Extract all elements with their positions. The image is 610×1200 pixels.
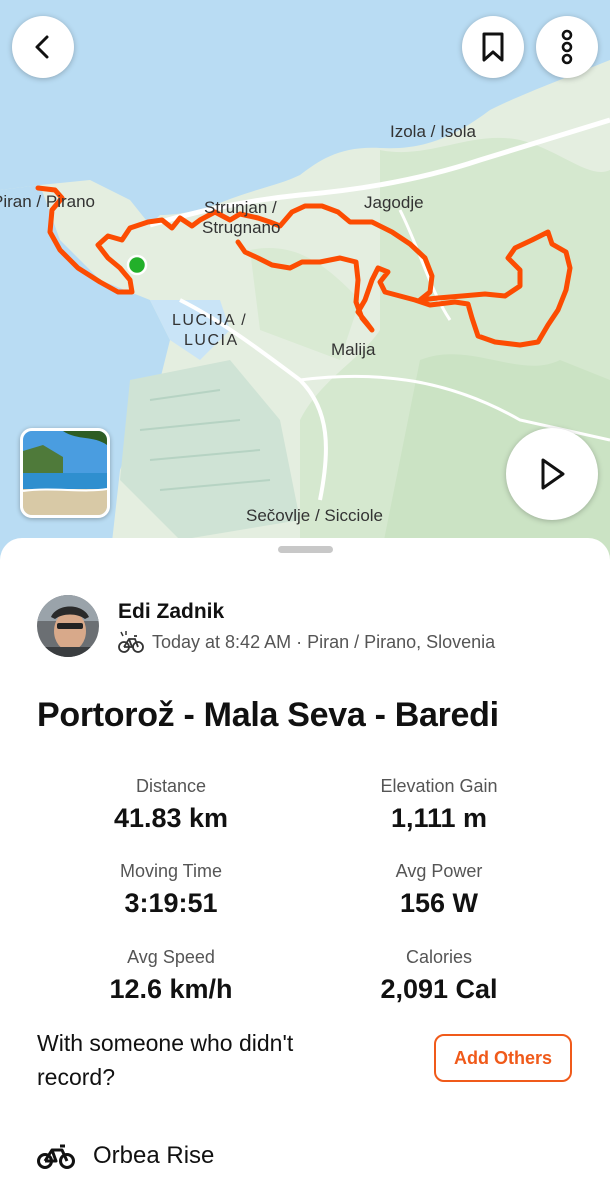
activity-sheet: Edi Zadnik Today at 8:42 AM · Piran / Pi… [0, 538, 610, 1200]
add-others-button[interactable]: Add Others [434, 1034, 572, 1082]
stat-avg-power: Avg Power 156 W [309, 861, 569, 919]
chevron-left-icon [35, 35, 49, 59]
avatar[interactable] [37, 595, 99, 657]
activity-photo-thumbnail[interactable] [20, 428, 110, 518]
map-label-secovlje: Sečovlje / Sicciole [246, 506, 383, 525]
stat-value: 156 W [399, 888, 479, 918]
map-label-piran: Piran / Pirano [0, 192, 95, 211]
stat-label: Avg Power [395, 861, 483, 881]
stat-value: 41.83 km [113, 803, 229, 833]
bookmark-icon [482, 32, 504, 62]
activity-meta: Today at 8:42 AM · Piran / Pirano, Slove… [118, 630, 495, 654]
activity-time-location: Today at 8:42 AM · Piran / Pirano, Slove… [152, 631, 496, 652]
bookmark-button[interactable] [462, 16, 524, 78]
more-vertical-icon [561, 29, 573, 65]
stat-label: Moving Time [119, 861, 223, 881]
stat-distance: Distance 41.83 km [41, 776, 301, 834]
stat-value: 1,111 m [390, 803, 488, 833]
map-label-lucia: LUCIA [184, 332, 239, 349]
more-options-button[interactable] [536, 16, 598, 78]
bike-icon [37, 1144, 75, 1169]
stat-value: 3:19:51 [124, 888, 218, 918]
stat-label: Distance [135, 776, 207, 796]
map-label-strugnano: Strugnano [202, 218, 280, 237]
stat-calories: Calories 2,091 Cal [309, 947, 569, 1005]
athlete-name[interactable]: Edi Zadnik [118, 600, 224, 624]
stat-avg-speed: Avg Speed 12.6 km/h [41, 947, 301, 1005]
with-someone-prompt: With someone who didn't record? [37, 1030, 294, 1090]
activity-title: Portorož - Mala Seva - Baredi [37, 696, 499, 734]
stat-value: 2,091 Cal [380, 974, 498, 1004]
gear-row[interactable]: Orbea Rise [37, 1142, 214, 1170]
play-icon [541, 458, 565, 490]
gear-name: Orbea Rise [93, 1142, 215, 1169]
map-label-jagodje: Jagodje [364, 193, 424, 212]
stat-elevation-gain: Elevation Gain 1,111 m [309, 776, 569, 834]
stat-label: Avg Speed [127, 947, 215, 967]
map-label-strunjan: Strunjan / [204, 198, 277, 217]
map-label-izola: Izola / Isola [390, 122, 477, 141]
stat-label: Calories [405, 947, 473, 967]
map-label-malija: Malija [331, 340, 376, 359]
map-label-lucija: LUCIJA / [172, 312, 247, 329]
e-bike-icon [118, 631, 144, 653]
flyover-play-button[interactable] [506, 428, 598, 520]
sheet-drag-handle[interactable] [278, 546, 333, 553]
stat-value: 12.6 km/h [109, 974, 233, 1004]
stat-label: Elevation Gain [380, 776, 498, 796]
stat-moving-time: Moving Time 3:19:51 [41, 861, 301, 919]
back-button[interactable] [12, 16, 74, 78]
route-start-marker [126, 254, 148, 276]
